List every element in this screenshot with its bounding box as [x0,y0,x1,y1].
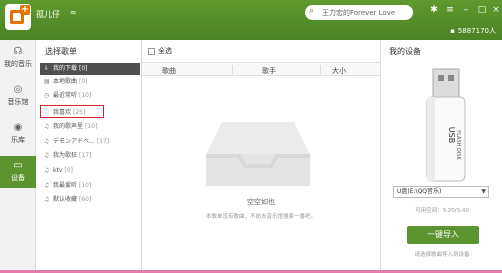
song-list-panel: 全选 歌曲 歌手 大小 空空如也 本歌单没有歌曲，不妨去音乐馆搜索一番吧。 [142,40,380,273]
close-icon[interactable]: × [490,5,502,15]
import-button[interactable]: 一键导入 [407,226,479,244]
column-size[interactable]: 大小 [332,66,346,76]
select-all[interactable]: 全选 [148,46,172,56]
download-icon: ⇩ [44,65,50,72]
playlist-icon: ♫ [44,167,50,174]
usb-drive-image: USB FLASH DISK [426,68,466,182]
playlist-icon: ♫ [44,123,50,130]
playlist-panel: 选择歌单 ⇩ 我的下载 [0] ▤ 本地歌曲 [0] ◷ 最近常听 [10] ♡ 我喜欢 [25… [36,40,142,273]
search-box[interactable]: ⌕ 王力宏的Forever Love [305,5,413,20]
local-music-icon: ▤ [44,78,50,85]
empty-title: 空空如也 [247,198,275,206]
user-icon: ▪ [450,27,455,35]
playlist-title: 选择歌单 [45,47,77,56]
highlight-box [40,105,104,118]
wifi-icon: ≈ [70,8,77,17]
title-bar: + 孤儿仔 ≈ ⌕ 王力宏的Forever Love ✱ ≡ – □ × ▪ 58… [0,0,502,40]
search-placeholder: 王力宏的Forever Love [322,9,396,17]
playlist-icon: ♫ [44,138,50,145]
select-all-checkbox[interactable] [148,47,155,55]
playlist-item[interactable]: ♫ ktv [0] [40,165,140,177]
clock-icon: ◷ [44,92,50,99]
playlist-item-recent[interactable]: ◷ 最近常听 [10] [40,90,140,102]
maximize-icon[interactable]: □ [476,5,488,15]
device-panel: 我的设备 USB FLASH DISK U盘(E:\QQ音乐) ▼ 可用空间：3.… [380,40,502,273]
empty-tray-icon [206,122,310,186]
playlist-item[interactable]: ♫ 默认收藏 [60] [40,194,140,206]
left-nav: ☊ 我的音乐 ◎ 音乐馆 ◉ 乐库 ▭ 设备 [0,40,36,273]
menu-icon[interactable]: ≡ [444,5,456,15]
playlist-item-downloads[interactable]: ⇩ 我的下载 [0] [40,63,140,75]
playlist-icon: ♫ [44,182,50,189]
online-count: ▪ 5887170人 [450,27,496,35]
minimize-icon[interactable]: – [460,5,472,15]
nav-music-hall[interactable]: ◎ 音乐馆 [0,80,36,112]
nav-my-music[interactable]: ☊ 我的音乐 [0,42,36,74]
chevron-down-icon: ▼ [481,188,486,195]
svg-text:FLASH DISK: FLASH DISK [455,130,461,160]
svg-text:USB: USB [447,127,456,143]
playlist-item[interactable]: ♫ デモンアドベ... [17] [40,136,140,148]
playlist-item[interactable]: ♫ 我最爱听 [10] [40,180,140,192]
username[interactable]: 孤儿仔 [36,9,60,20]
playlist-item[interactable]: ♫ 我的歌声里 [10] [40,121,140,133]
playlist-icon: ♫ [44,152,50,159]
nav-library[interactable]: ◉ 乐库 [0,118,36,150]
disc-icon: ◉ [13,122,23,133]
search-icon[interactable]: ⌕ [309,6,314,16]
nav-device[interactable]: ▭ 设备 [0,156,36,188]
headphones-icon: ☊ [13,46,23,57]
device-select[interactable]: U盘(E:\QQ音乐) ▼ [393,186,489,198]
playlist-item-local[interactable]: ▤ 本地歌曲 [0] [40,76,140,88]
available-space: 可用空间：3.20/3.40 [415,208,469,214]
device-icon: ▭ [13,160,23,171]
device-title: 我的设备 [389,47,421,56]
playlist-item[interactable]: ♫ 我为歌狂 [17] [40,150,140,162]
empty-subtitle: 本歌单没有歌曲，不妨去音乐馆搜索一番吧。 [205,214,316,220]
table-header: 歌曲 歌手 大小 [142,62,380,76]
music-hall-icon: ◎ [13,84,23,95]
column-artist[interactable]: 歌手 [262,66,276,76]
column-song[interactable]: 歌曲 [162,66,176,76]
import-hint: 请选择歌曲导入到设备 [414,252,470,258]
playlist-icon: ♫ [44,196,50,203]
skin-icon[interactable]: ✱ [428,5,440,15]
app-logo: + [5,4,31,30]
